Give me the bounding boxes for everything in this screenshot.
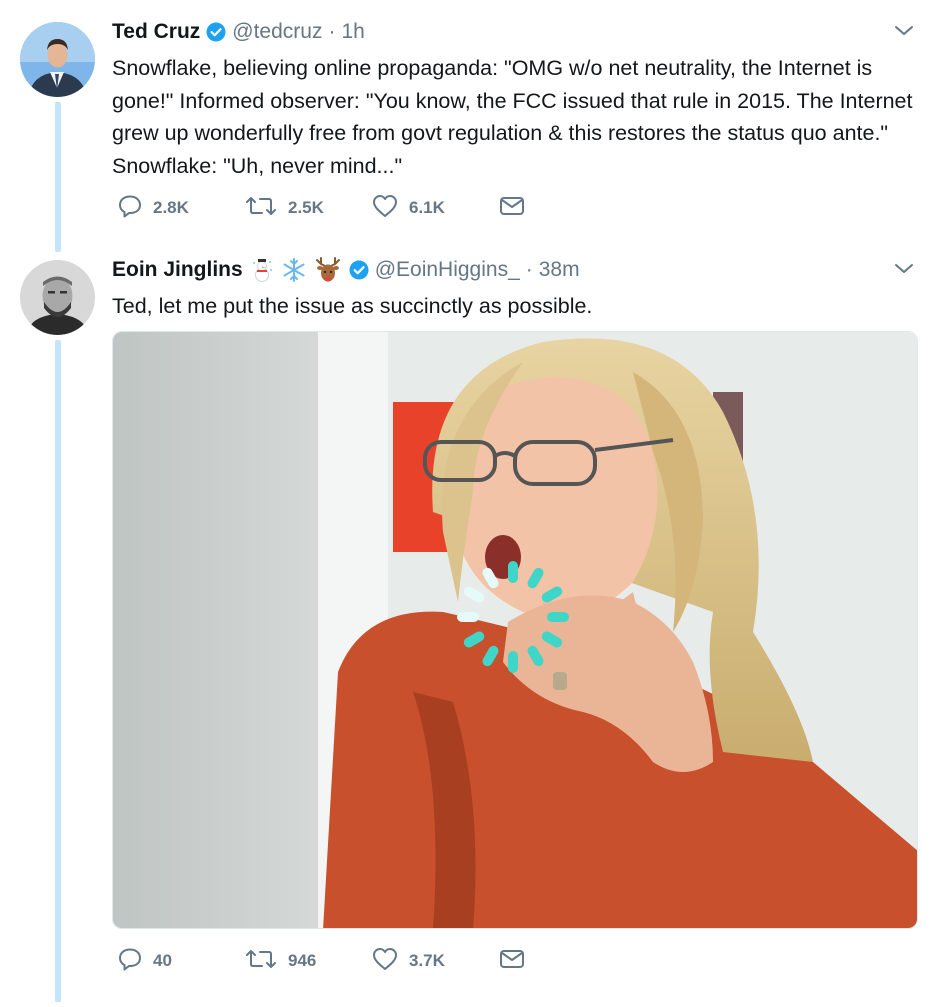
author-handle[interactable]: @tedcruz bbox=[232, 20, 322, 44]
chevron-down-icon[interactable] bbox=[891, 255, 917, 281]
separator-dot: · bbox=[525, 258, 533, 281]
retweet-count: 2.5K bbox=[288, 198, 324, 217]
avatar[interactable] bbox=[20, 22, 95, 97]
like-icon bbox=[371, 193, 409, 224]
like-icon bbox=[371, 946, 409, 977]
retweet-button[interactable]: 946 bbox=[244, 946, 371, 977]
like-count: 3.7K bbox=[409, 951, 445, 970]
thread-connector-line bbox=[55, 340, 61, 1002]
like-count: 6.1K bbox=[409, 198, 445, 217]
reply-button[interactable]: 40 bbox=[117, 946, 244, 977]
reply-count: 40 bbox=[153, 951, 172, 970]
retweet-button[interactable]: 2.5K bbox=[244, 193, 371, 224]
author-handle[interactable]: @EoinHiggins_ bbox=[375, 258, 520, 282]
retweet-icon bbox=[244, 193, 288, 224]
reply-count: 2.8K bbox=[153, 198, 189, 217]
message-icon bbox=[498, 193, 536, 224]
snowman-emoji bbox=[249, 257, 275, 283]
snowflake-emoji bbox=[281, 257, 307, 283]
thread-connector-line bbox=[55, 102, 61, 252]
tweet[interactable]: Eoin Jinglins @EoinHiggins_ · 38m Ted, l… bbox=[112, 255, 917, 323]
like-button[interactable]: 3.7K bbox=[371, 946, 498, 977]
message-icon bbox=[498, 946, 536, 977]
like-button[interactable]: 6.1K bbox=[371, 193, 498, 224]
separator-dot: · bbox=[328, 20, 336, 43]
direct-message-button[interactable] bbox=[498, 193, 625, 224]
chevron-down-icon[interactable] bbox=[891, 17, 917, 43]
tweet-header: Eoin Jinglins @EoinHiggins_ · 38m bbox=[112, 255, 917, 285]
timestamp[interactable]: 38m bbox=[539, 258, 580, 282]
verified-badge-icon bbox=[349, 260, 369, 280]
tweet[interactable]: Ted Cruz @tedcruz · 1h Snowflake, believ… bbox=[112, 17, 917, 182]
reply-button[interactable]: 2.8K bbox=[117, 193, 244, 224]
tweet-media-image[interactable] bbox=[112, 331, 918, 929]
retweet-icon bbox=[244, 946, 288, 977]
reply-icon bbox=[117, 946, 153, 977]
deer-emoji bbox=[313, 256, 343, 284]
verified-badge-icon bbox=[206, 22, 226, 42]
tweet-actions: 40 946 3.7K bbox=[117, 943, 625, 979]
tweet-actions: 2.8K 2.5K 6.1K bbox=[117, 190, 625, 226]
avatar[interactable] bbox=[20, 260, 95, 335]
reply-icon bbox=[117, 193, 153, 224]
retweet-count: 946 bbox=[288, 951, 317, 970]
tweet-text: Snowflake, believing online propaganda: … bbox=[112, 56, 913, 178]
tweet-header: Ted Cruz @tedcruz · 1h bbox=[112, 17, 917, 47]
timestamp[interactable]: 1h bbox=[341, 20, 364, 44]
tweet-text: Ted, let me put the issue as succinctly … bbox=[112, 294, 593, 318]
author-name[interactable]: Ted Cruz bbox=[112, 20, 200, 44]
direct-message-button[interactable] bbox=[498, 946, 625, 977]
author-name[interactable]: Eoin Jinglins bbox=[112, 258, 243, 282]
